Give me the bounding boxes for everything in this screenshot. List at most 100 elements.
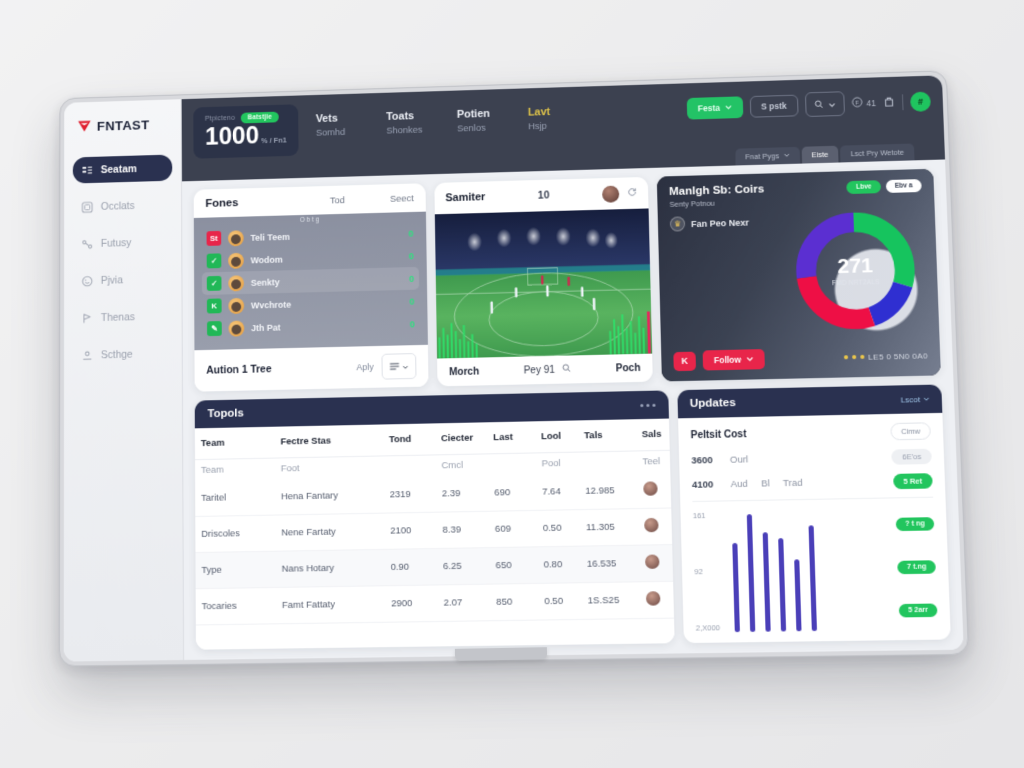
tab-lsct-pry-wetote[interactable]: Lsct Pry Wetote [840, 143, 915, 163]
chart-bars [725, 506, 878, 634]
match-card: Samiter 10 Morch Pey 91 Poch [434, 176, 653, 387]
device-frame: FNTAST Seatam Occlats Futusy Pjvia Thena… [0, 0, 1024, 768]
updates-title: Updates [689, 396, 736, 411]
follow-button[interactable]: Follow [702, 349, 765, 371]
cell-lool: 0.50 [537, 582, 583, 621]
cell-team: Taritel [195, 479, 276, 517]
stat-vets[interactable]: Vets Somhd [298, 102, 369, 156]
sidebar-item-label: Futusy [100, 236, 132, 250]
match-foot-right[interactable]: Poch [616, 362, 641, 374]
cell-ciecter: 2.07 [437, 584, 491, 622]
bar[interactable] [808, 525, 817, 632]
axis-tick: 2,X000 [695, 623, 721, 633]
hero-label: Ptpicteno [204, 114, 236, 123]
player-value: 0 [408, 250, 414, 261]
stat-title: Potien [456, 108, 491, 121]
player-value: 0 [409, 318, 415, 329]
sidebar-item-scthge[interactable]: Scthge [73, 340, 173, 369]
subrow-cell: Team [200, 464, 224, 476]
col-team[interactable]: Team [194, 426, 275, 460]
cell-last: 850 [489, 583, 539, 621]
updates-filter-pill[interactable]: Cimw [890, 422, 931, 441]
axis-tick: 161 [692, 510, 706, 521]
col-tals[interactable]: Tals [577, 419, 637, 453]
list-menu-button[interactable] [381, 353, 417, 380]
sidebar-item-thenas[interactable]: Thenas [73, 303, 173, 332]
col-ciecter[interactable]: Ciecter [434, 422, 488, 455]
standings-card: Lbve Ebv a Manlgh Sb: Coirs Senty Potnou… [656, 168, 941, 382]
bar[interactable] [746, 514, 756, 632]
tab-eiste[interactable]: Eiste [801, 145, 839, 164]
hero-suffix: % / Fn1 [261, 135, 287, 146]
col-lool[interactable]: Lool [534, 420, 579, 453]
updates-line-word3: Trad [782, 477, 803, 490]
user-avatar[interactable]: # [909, 91, 931, 112]
status-badge: ? t ng [895, 517, 935, 532]
col-fecture-stas[interactable]: Feсtre Stas [274, 424, 384, 459]
stat-potien[interactable]: Potien Senlos [439, 98, 511, 152]
stat-toats[interactable]: Toats Shonkes [368, 100, 439, 154]
secondary-action-button[interactable]: S pstk [749, 94, 799, 118]
updates-line-number: 3600 [691, 455, 713, 467]
cell-avatar [637, 507, 673, 546]
updates-head-action[interactable]: Lscot [900, 394, 929, 404]
content-area: Fones Tod Seect O b t g St Teli Teem 0 ✓… [182, 159, 964, 660]
avatar [228, 252, 244, 269]
search-button[interactable] [804, 91, 845, 118]
standings-square-button[interactable]: K [673, 351, 697, 371]
updates-line[interactable]: 3600 Ourl 6E'os [691, 448, 932, 469]
table-row[interactable]: Tocaries Famt Fattaty 2900 2.07 850 0.50… [195, 581, 675, 625]
standings-score-text: LE5 0 5N0 0A0 [868, 350, 929, 362]
standings-chip[interactable]: Ebv a [885, 179, 922, 193]
match-foot-center: Pey 91 [479, 362, 616, 377]
donut-label: FMD NRT2ALS [831, 278, 880, 287]
bar[interactable] [732, 542, 740, 633]
updates-line[interactable]: 4100 Aud Bl Trad 5 Ret [692, 473, 933, 493]
primary-action-button[interactable]: Festa [686, 95, 744, 120]
stat-lavt[interactable]: Lavt Hsjp [510, 95, 582, 149]
stat-sub: Somhd [315, 126, 346, 139]
status-badge: ✓ [206, 253, 222, 269]
match-foot-center-label: Pey 91 [523, 364, 555, 376]
players-list: O b t g St Teli Teem 0 ✓ Wodom 0 ✓ Senkt… [193, 211, 428, 351]
list-item[interactable]: ✎ Jth Pat 0 [202, 312, 420, 340]
match-pitch-view[interactable] [434, 208, 653, 359]
settings-icon [81, 349, 93, 361]
player-value: 0 [409, 273, 415, 284]
cell-last: 609 [488, 510, 538, 548]
sidebar-item-seatam[interactable]: Seatam [72, 154, 173, 184]
bar[interactable] [778, 538, 787, 632]
players-card-title: Fones [205, 197, 239, 210]
tab-fnat-pygs[interactable]: Fnat Pygs [734, 146, 800, 166]
bar[interactable] [794, 559, 802, 632]
apply-button[interactable]: Aply [356, 362, 373, 372]
standings-meta-label: Fan Peo Nexr [690, 217, 750, 229]
sidebar-item-occlats[interactable]: Occlats [73, 191, 173, 220]
bar[interactable] [762, 532, 771, 632]
kebab-icon[interactable] [640, 403, 656, 407]
chevron-down-icon [746, 354, 753, 364]
subrow-cell: Teel [642, 456, 661, 468]
col-tond[interactable]: Tond [382, 423, 436, 456]
player-name: Jth Pat [251, 322, 281, 333]
match-card-footer: Morch Pey 91 Poch [437, 354, 653, 387]
bag-button[interactable] [883, 95, 896, 109]
status-badge: 5 Ret [892, 473, 933, 490]
col-last[interactable]: Last [487, 421, 536, 454]
match-foot-left[interactable]: Morch [449, 366, 479, 378]
search-icon[interactable] [562, 363, 571, 375]
sidebar-item-pjvia[interactable]: Pjvia [73, 265, 173, 294]
trophy-icon: ♛ [669, 216, 686, 232]
cell-ciecter: 8.39 [436, 511, 490, 549]
col-sals[interactable]: Sals [635, 418, 670, 451]
refresh-icon[interactable] [627, 184, 637, 202]
dot-icon [851, 355, 857, 360]
divider [901, 93, 904, 110]
chevron-down-icon [402, 357, 408, 375]
sidebar-item-futusy[interactable]: Futusy [73, 228, 173, 257]
coin-indicator[interactable]: F 41 [851, 96, 876, 110]
bag-icon [883, 95, 896, 109]
players-card-footer: Aution 1 Tree Aply [194, 344, 429, 392]
subrow-cell: Foot [280, 463, 300, 475]
cell-lool: 0.50 [536, 509, 581, 547]
